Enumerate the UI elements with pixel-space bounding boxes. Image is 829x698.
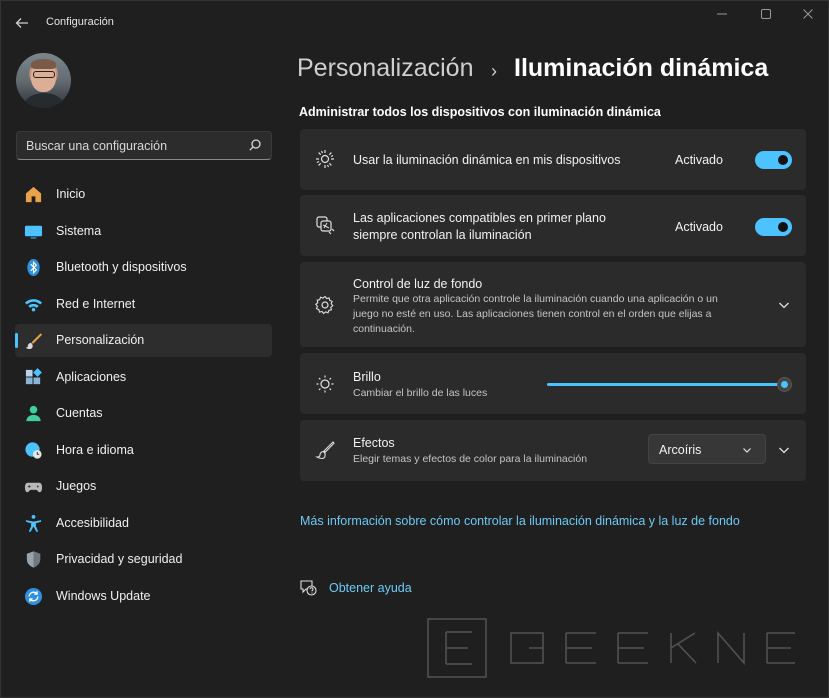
effects-dropdown[interactable]: Arcoíris [648, 434, 766, 464]
sidebar-item-hora[interactable]: Hora e idioma [15, 434, 272, 467]
close-icon [803, 9, 813, 19]
sidebar-item-windows-update[interactable]: Windows Update [15, 580, 272, 613]
sidebar-item-red[interactable]: Red e Internet [15, 288, 272, 321]
sidebar-item-label: Red e Internet [56, 296, 136, 311]
maximize-button[interactable] [751, 7, 781, 25]
sidebar-item-inicio[interactable]: Inicio [15, 178, 272, 211]
background-control-desc-line1: Permite que otra aplicación controle la … [353, 293, 718, 305]
minimize-icon [717, 13, 727, 15]
active-indicator [15, 333, 18, 348]
chevron-down-icon [779, 302, 789, 309]
brush-icon [25, 333, 43, 350]
sidebar-item-label: Hora e idioma [56, 442, 134, 457]
sidebar-item-privacidad[interactable]: Privacidad y seguridad [15, 543, 272, 576]
monitor-icon [24, 225, 43, 239]
chevron-down-icon[interactable] [776, 442, 792, 458]
background-control-desc-line2: juego no esté en uso. Las aplicaciones t… [353, 308, 712, 320]
home-icon [25, 186, 42, 203]
card-foreground-apps: Las aplicaciones compatibles en primer p… [300, 195, 806, 256]
sidebar-item-juegos[interactable]: Juegos [15, 470, 272, 503]
brightness-slider-thumb[interactable] [777, 377, 792, 392]
sidebar-item-label: Accesibilidad [56, 515, 129, 530]
effects-selected: Arcoíris [659, 443, 702, 457]
arrow-left-icon [15, 18, 28, 28]
back-button[interactable] [11, 12, 33, 34]
sidebar-item-cuentas[interactable]: Cuentas [15, 397, 272, 430]
breadcrumb: Personalización [297, 54, 474, 83]
brightness-subtitle: Cambiar el brillo de las luces [353, 387, 488, 399]
brightness-slider-track[interactable] [547, 383, 785, 386]
search-placeholder: Buscar una configuración [26, 139, 168, 153]
brightness-icon [316, 375, 334, 393]
avatar-hair [31, 59, 56, 69]
background-control-title: Control de luz de fondo [353, 277, 483, 291]
sidebar-item-label: Sistema [56, 223, 102, 238]
help-link[interactable]: Obtener ayuda [329, 581, 412, 595]
apps-icon [25, 367, 42, 384]
brush-icon [315, 441, 335, 460]
maximize-icon [761, 9, 771, 19]
search-input[interactable]: Buscar una configuración [16, 131, 272, 160]
avatar-glasses [33, 71, 55, 78]
sidebar-item-aplicaciones[interactable]: Aplicaciones [15, 361, 272, 394]
globe-clock-icon [25, 441, 42, 459]
more-info-link[interactable]: Más información sobre cómo controlar la … [300, 514, 740, 528]
card-use-dynamic-lighting: Usar la iluminación dinámica en mis disp… [300, 129, 806, 190]
chevron-down-icon [743, 448, 751, 453]
sidebar-item-sistema[interactable]: Sistema [15, 215, 272, 248]
sun-rays-icon [316, 150, 334, 168]
search-icon [249, 139, 261, 151]
wifi-icon [24, 298, 43, 311]
card-effects[interactable]: Efectos Elegir temas y efectos de color … [300, 420, 806, 481]
card-brightness: Brillo Cambiar el brillo de las luces [300, 353, 806, 414]
bluetooth-icon [27, 258, 40, 277]
card-background-control[interactable]: Control de luz de fondo Permite que otra… [300, 262, 806, 347]
sidebar-nav: Inicio Sistema Bluetooth y dispositivos … [15, 178, 272, 616]
page-title: Iluminación dinámica [514, 54, 769, 82]
minimize-button[interactable] [707, 7, 737, 25]
avatar-body [25, 93, 63, 108]
foreground-apps-toggle[interactable] [755, 218, 792, 236]
app-title: Configuración [46, 16, 114, 28]
sidebar-item-label: Aplicaciones [56, 369, 127, 384]
avatar[interactable] [16, 53, 71, 108]
sidebar-item-label: Juegos [56, 479, 97, 493]
geeknetic-watermark-logo [427, 618, 795, 678]
gamepad-icon [24, 482, 43, 493]
settings-window: Configuración Buscar una configuración I… [0, 0, 829, 698]
toggle-knob [778, 155, 788, 165]
brightness-title: Brillo [353, 370, 381, 384]
foreground-apps-title-line1: Las aplicaciones compatibles en primer p… [353, 211, 606, 225]
effects-subtitle: Elegir temas y efectos de color para la … [353, 453, 588, 465]
foreground-apps-state: Activado [675, 220, 723, 234]
foreground-apps-title-line2: siempre controlan la iluminación [353, 228, 532, 242]
sidebar-item-label: Windows Update [56, 588, 151, 603]
update-icon [24, 587, 43, 605]
gear-icon [315, 295, 334, 315]
accessibility-icon [25, 514, 42, 532]
help-chat-icon [300, 580, 317, 596]
sidebar-item-label: Personalización [56, 333, 145, 347]
title-bar: Configuración [1, 1, 828, 45]
section-title: Administrar todos los dispositivos con i… [299, 105, 661, 119]
sidebar-item-label: Privacidad y seguridad [56, 552, 183, 566]
sidebar-item-accesibilidad[interactable]: Accesibilidad [15, 507, 272, 540]
toggle-knob [778, 222, 788, 232]
person-icon [26, 405, 41, 422]
sidebar-item-bluetooth[interactable]: Bluetooth y dispositivos [15, 251, 272, 284]
sidebar-item-label: Inicio [56, 187, 86, 201]
breadcrumb-parent[interactable]: Personalización [297, 54, 474, 82]
use-lighting-state: Activado [675, 153, 723, 167]
sidebar-item-label: Bluetooth y dispositivos [56, 260, 187, 274]
use-lighting-toggle[interactable] [755, 151, 792, 169]
breadcrumb-separator: › [491, 61, 497, 81]
close-button[interactable] [793, 7, 823, 25]
sidebar-item-label: Cuentas [56, 406, 103, 420]
app-layers-icon [316, 216, 335, 235]
use-lighting-title: Usar la iluminación dinámica en mis disp… [353, 153, 621, 167]
shield-icon [26, 551, 41, 568]
background-control-desc-line3: continuación. [353, 323, 415, 335]
sidebar-item-personalizacion[interactable]: Personalización [15, 324, 272, 357]
effects-title: Efectos [353, 436, 395, 450]
